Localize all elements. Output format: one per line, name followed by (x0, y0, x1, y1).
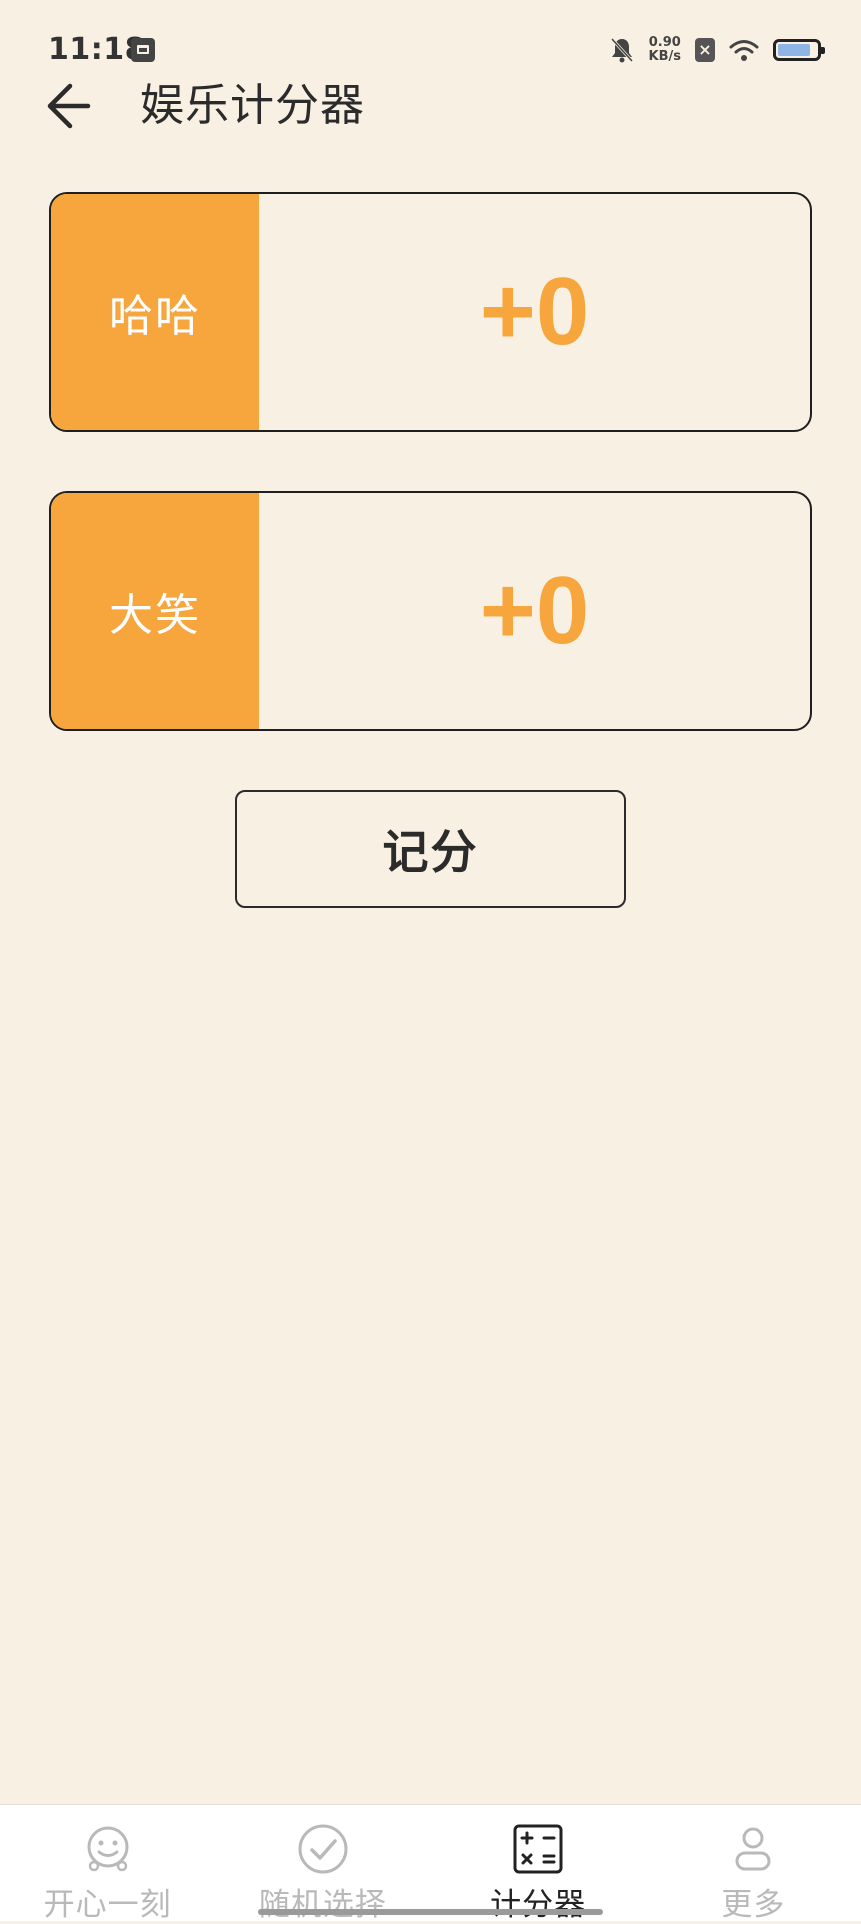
player-name: 大笑 (51, 493, 259, 729)
player-score-card[interactable]: 大笑 +0 (49, 491, 812, 731)
network-speed-unit: KB/s (648, 49, 681, 64)
status-bar: 11:18 0.90 KB/s × (0, 0, 861, 90)
battery-level (778, 44, 811, 56)
nav-label: 随机选择 (258, 1887, 387, 1923)
nav-item-scorer[interactable]: 计分器 (431, 1805, 646, 1923)
wifi-icon (729, 40, 759, 61)
notification-app-icon (131, 38, 155, 62)
person-icon (735, 1827, 771, 1871)
nav-label: 更多 (721, 1887, 786, 1923)
smiley-face-icon (87, 1826, 129, 1872)
player-score: +0 (479, 557, 590, 664)
bell-off-icon (610, 37, 633, 63)
check-circle-icon (298, 1824, 348, 1874)
player-score-card[interactable]: 哈哈 +0 (49, 192, 812, 432)
nav-item-more[interactable]: 更多 (646, 1805, 861, 1923)
nav-item-happy-moment[interactable]: 开心一刻 (0, 1805, 215, 1923)
network-speed-value: 0.90 (648, 35, 681, 50)
calculator-icon (513, 1824, 563, 1874)
record-score-button[interactable]: 记分 (235, 790, 626, 908)
no-sim-icon: × (695, 38, 715, 62)
nav-label: 开心一刻 (43, 1887, 172, 1923)
network-speed: 0.90 KB/s (649, 36, 681, 64)
home-indicator (258, 1909, 603, 1915)
battery-icon (773, 39, 825, 61)
status-indicators: 0.90 KB/s × (609, 30, 825, 70)
page-title: 娱乐计分器 (140, 80, 365, 131)
player-score: +0 (479, 258, 590, 365)
back-arrow-icon[interactable] (44, 76, 96, 136)
nav-item-random-choice[interactable]: 随机选择 (215, 1805, 430, 1923)
player-name: 哈哈 (51, 194, 259, 430)
bottom-nav: 开心一刻 随机选择 计分器 更多 (0, 1804, 861, 1923)
nav-label: 计分器 (490, 1887, 587, 1923)
